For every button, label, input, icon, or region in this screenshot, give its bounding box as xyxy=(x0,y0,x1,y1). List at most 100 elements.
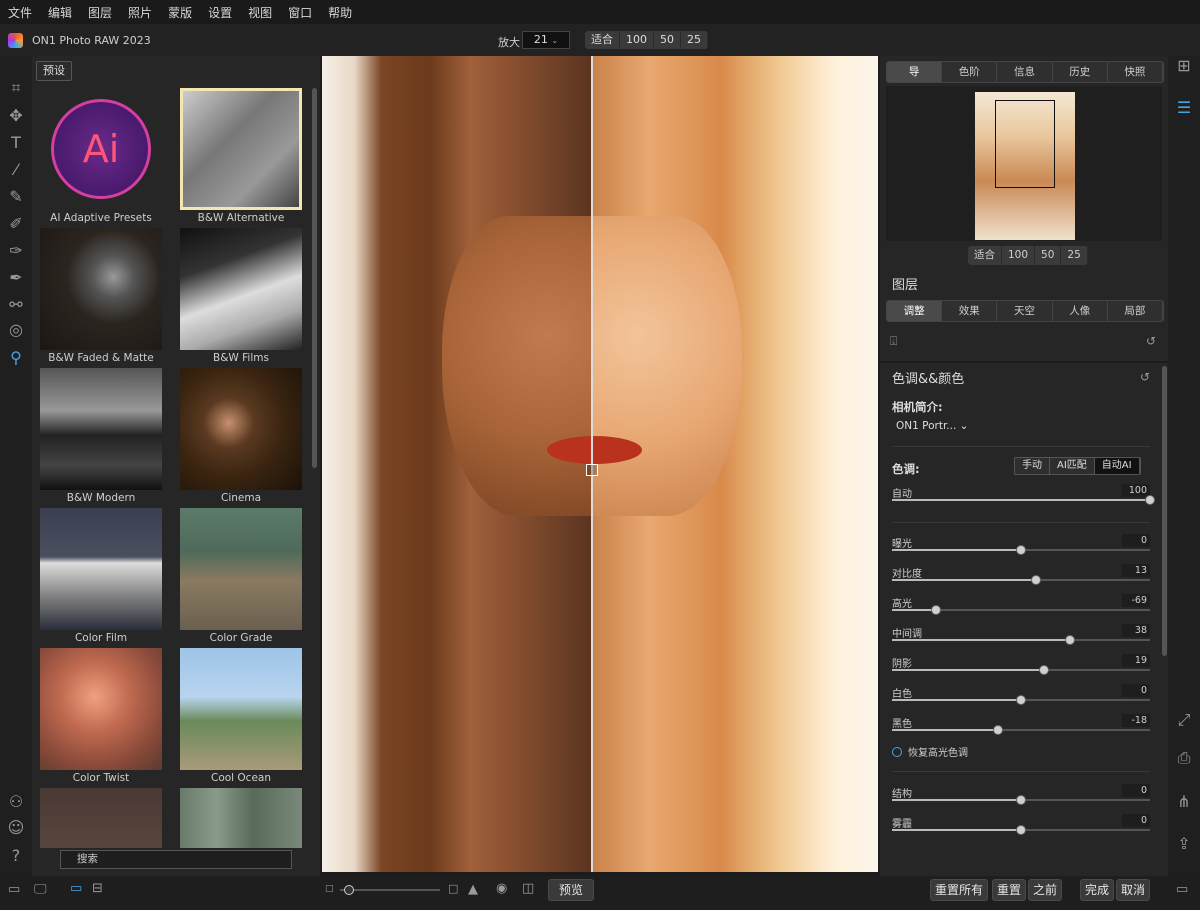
zoom-50-button[interactable]: 50 xyxy=(654,31,681,49)
menu-item[interactable]: 帮助 xyxy=(320,4,360,21)
slider-knob[interactable] xyxy=(930,605,941,615)
share-icon[interactable]: ⋔ xyxy=(1174,792,1194,812)
zoom-in-icon[interactable]: □ xyxy=(448,882,458,895)
preset-tile[interactable]: B&W Alternative xyxy=(180,88,302,224)
slider-value[interactable]: 19 xyxy=(1122,654,1150,667)
menu-item[interactable]: 文件 xyxy=(0,4,40,21)
panel-toggle-icon[interactable]: ▭ xyxy=(8,882,20,897)
slider-knob[interactable] xyxy=(1145,495,1155,505)
panel-scrollbar[interactable] xyxy=(1162,366,1167,656)
tab-local[interactable]: 局部 xyxy=(1108,301,1163,321)
preset-tile[interactable]: Color Twist xyxy=(40,648,162,784)
menu-item[interactable]: 窗口 xyxy=(280,4,320,21)
fingerprint-icon[interactable]: ◎ xyxy=(6,320,26,340)
right-panel-toggle-icon[interactable]: ▭ xyxy=(1176,882,1188,897)
slider-value[interactable]: 0 xyxy=(1122,534,1150,547)
export-icon[interactable]: ⇪ xyxy=(1174,834,1194,854)
nav-25-button[interactable]: 25 xyxy=(1061,246,1088,265)
section-reset-icon[interactable]: ↺ xyxy=(1140,370,1150,384)
slider-value[interactable]: 0 xyxy=(1122,784,1150,797)
image-canvas[interactable] xyxy=(322,56,878,872)
slider-value[interactable]: -18 xyxy=(1122,714,1150,727)
preset-tile[interactable]: Cinema xyxy=(180,368,302,504)
edit-sliders-icon[interactable]: ☰ xyxy=(1174,98,1194,118)
compare-view-icon[interactable]: ⊟ xyxy=(92,881,103,896)
tab-adjust[interactable]: 调整 xyxy=(887,301,943,321)
tab-history[interactable]: 历史 xyxy=(1053,62,1108,82)
clip-warning-icon[interactable]: ◫ xyxy=(522,881,534,896)
navigator-thumbnail[interactable] xyxy=(975,92,1075,240)
import-icon[interactable]: ⍗ xyxy=(890,334,897,349)
clone-icon[interactable]: ⚯ xyxy=(6,295,26,315)
slider-row[interactable]: 结构 0 xyxy=(892,784,1150,815)
slider-knob[interactable] xyxy=(1016,695,1026,705)
zoom-25-button[interactable]: 25 xyxy=(681,31,708,49)
presets-scrollbar[interactable] xyxy=(312,88,317,468)
mask-overlay-icon[interactable]: ▲ xyxy=(468,882,478,897)
user-icon[interactable]: ☺ xyxy=(6,818,26,838)
slider-row[interactable]: 雾霾 0 xyxy=(892,814,1150,845)
camera-profile-select[interactable]: ON1 Portr... ⌄ xyxy=(896,420,968,432)
magic-wand-icon[interactable]: ⁄ xyxy=(6,160,26,180)
people-icon[interactable]: ⚇ xyxy=(6,792,26,812)
radio-icon[interactable] xyxy=(892,747,902,757)
circle-view-icon[interactable]: ◉ xyxy=(496,881,507,896)
cancel-button[interactable]: 取消 xyxy=(1116,879,1150,901)
tab-info[interactable]: 信息 xyxy=(997,62,1053,82)
recover-highlights-option[interactable]: 恢复高光色调 xyxy=(892,744,968,759)
menu-item[interactable]: 蒙版 xyxy=(160,4,200,21)
preset-tile[interactable]: B&W Films xyxy=(180,228,302,364)
slider-track[interactable] xyxy=(892,639,1150,641)
slider-row[interactable]: 曝光 0 xyxy=(892,534,1150,565)
tab-portrait[interactable]: 人像 xyxy=(1053,301,1108,321)
slider-knob[interactable] xyxy=(1016,825,1026,835)
slider-knob[interactable] xyxy=(1016,795,1026,805)
split-handle[interactable] xyxy=(586,464,598,476)
preview-button[interactable]: 预览 xyxy=(548,879,594,901)
nav-fit-button[interactable]: 适合 xyxy=(968,246,1002,265)
slider-track[interactable] xyxy=(892,499,1150,501)
auto-ai-button[interactable]: 自动AI xyxy=(1094,458,1140,474)
tab-levels[interactable]: 色阶 xyxy=(942,62,998,82)
slider-track[interactable] xyxy=(892,729,1150,731)
brush-icon[interactable]: ✐ xyxy=(6,214,26,234)
tab-effects[interactable]: 效果 xyxy=(942,301,998,321)
slider-value[interactable]: 38 xyxy=(1122,624,1150,637)
preset-tile[interactable] xyxy=(180,788,302,848)
slider-row[interactable]: 白色 0 xyxy=(892,684,1150,715)
slider-value[interactable]: -69 xyxy=(1122,594,1150,607)
hand-zoom-icon[interactable]: ⚲ xyxy=(6,348,26,368)
nav-50-button[interactable]: 50 xyxy=(1035,246,1062,265)
zoom-slider[interactable] xyxy=(340,889,440,891)
menu-item[interactable]: 设置 xyxy=(200,4,240,21)
ai-match-button[interactable]: AI匹配 xyxy=(1050,458,1095,474)
slider-value[interactable]: 0 xyxy=(1122,684,1150,697)
preset-tile[interactable]: B&W Modern xyxy=(40,368,162,504)
tab-snapshots[interactable]: 快照 xyxy=(1108,62,1163,82)
preset-tile[interactable]: Color Grade xyxy=(180,508,302,644)
navigator-view-rect[interactable] xyxy=(995,100,1055,188)
reset-icon[interactable]: ↺ xyxy=(1146,334,1156,348)
single-view-icon[interactable]: ▭ xyxy=(70,881,82,896)
print-icon[interactable]: ⎙ xyxy=(1174,748,1194,768)
menu-item[interactable]: 视图 xyxy=(240,4,280,21)
text-icon[interactable]: T xyxy=(6,133,26,153)
manual-button[interactable]: 手动 xyxy=(1015,458,1050,474)
ai-resize-icon[interactable]: ⤢ xyxy=(1174,710,1194,730)
slider-knob[interactable] xyxy=(1031,575,1042,585)
slider-track[interactable] xyxy=(892,669,1150,671)
slider-value[interactable]: 0 xyxy=(1122,814,1150,827)
reset-button[interactable]: 重置 xyxy=(992,879,1026,901)
slider-value[interactable]: 13 xyxy=(1122,564,1150,577)
slider-track[interactable] xyxy=(892,579,1150,581)
monitor-icon[interactable]: 🖵 xyxy=(34,882,47,897)
move-icon[interactable]: ✥ xyxy=(6,106,26,126)
slider-row[interactable]: 自动 100 xyxy=(892,484,1155,515)
menu-item[interactable]: 编辑 xyxy=(40,4,80,21)
crop-icon[interactable]: ⌗ xyxy=(6,78,26,98)
slider-row[interactable]: 黑色 -18 xyxy=(892,714,1150,745)
zoom-select[interactable]: 21 ⌄ xyxy=(522,31,570,49)
preset-tile[interactable]: Cool Ocean xyxy=(180,648,302,784)
retouch-icon[interactable]: ✎ xyxy=(6,187,26,207)
tab-sky[interactable]: 天空 xyxy=(997,301,1053,321)
